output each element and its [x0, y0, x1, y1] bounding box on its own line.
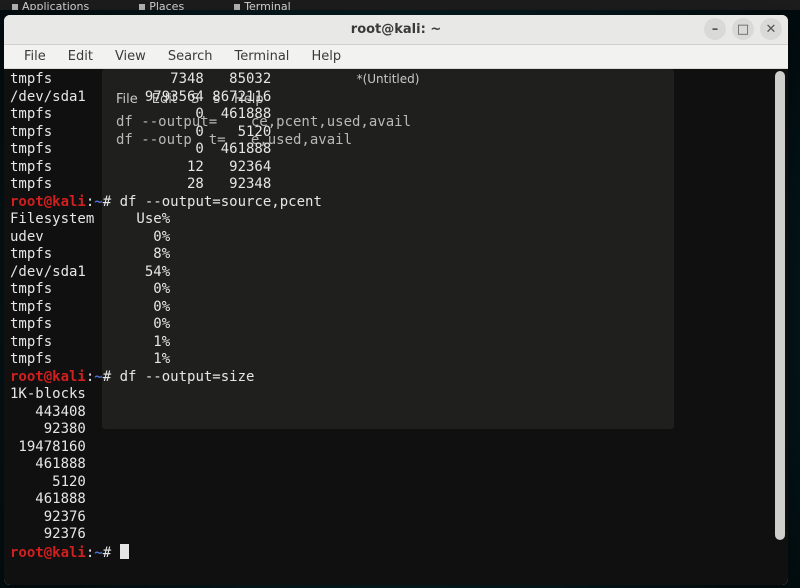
pcent-line: tmpfs 0% [10, 299, 170, 315]
menu-file[interactable]: File [14, 47, 56, 66]
df-line: tmpfs 0 5120 [10, 124, 271, 140]
terminal-window: root@kali: ~ – □ ✕ File Edit View Search… [4, 15, 788, 585]
df-line: tmpfs 0 461888 [10, 141, 271, 157]
df-line: /dev/sda1 9793564 8672116 [10, 89, 271, 105]
close-button[interactable]: ✕ [760, 18, 782, 40]
apps-icon [12, 4, 18, 10]
window-titlebar[interactable]: root@kali: ~ – □ ✕ [4, 15, 788, 45]
size-line: 461888 [10, 456, 86, 472]
command-1: df --output=source,pcent [120, 194, 322, 210]
menu-help[interactable]: Help [301, 47, 351, 66]
panel-places[interactable]: Places [139, 0, 184, 10]
command-2: df --output=size [120, 369, 255, 385]
places-icon [139, 4, 145, 10]
minimize-icon: – [712, 22, 719, 37]
size-line: 19478160 [10, 439, 86, 455]
df-line: tmpfs 7348 85032 [10, 71, 271, 87]
maximize-button[interactable]: □ [732, 18, 754, 40]
size-line: 92376 [10, 526, 86, 542]
pcent-line: tmpfs 0% [10, 281, 170, 297]
prompt-user: root@kali [10, 369, 86, 385]
window-title: root@kali: ~ [351, 22, 441, 37]
pcent-line: tmpfs 8% [10, 246, 170, 262]
prompt-user: root@kali [10, 545, 86, 561]
terminal-icon [234, 4, 240, 10]
menu-terminal[interactable]: Terminal [224, 47, 299, 66]
prompt-hash: # [103, 369, 120, 385]
prompt-path: ~ [94, 194, 102, 210]
prompt-hash: # [103, 545, 120, 561]
terminal-output[interactable]: tmpfs 7348 85032 /dev/sda1 9793564 86721… [4, 69, 788, 585]
panel-terminal[interactable]: Terminal [234, 0, 291, 10]
pcent-line: udev 0% [10, 229, 170, 245]
minimize-button[interactable]: – [704, 18, 726, 40]
pcent-line: tmpfs 1% [10, 351, 170, 367]
df-line: tmpfs 0 461888 [10, 106, 271, 122]
menu-edit[interactable]: Edit [58, 47, 103, 66]
pcent-line: Filesystem Use% [10, 211, 170, 227]
scrollbar-thumb[interactable] [775, 71, 785, 540]
size-line: 92380 [10, 421, 86, 437]
size-line: 92376 [10, 509, 86, 525]
prompt-path: ~ [94, 369, 102, 385]
size-line: 5120 [10, 474, 86, 490]
prompt-hash: # [103, 194, 120, 210]
window-controls: – □ ✕ [704, 18, 782, 40]
menubar: File Edit View Search Terminal Help [4, 45, 788, 69]
close-icon: ✕ [766, 22, 777, 37]
df-line: tmpfs 12 92364 [10, 159, 271, 175]
terminal-body[interactable]: *(Untitled) File Edit S s Help df --outp… [4, 69, 788, 585]
menu-view[interactable]: View [105, 47, 156, 66]
prompt-path: ~ [94, 545, 102, 561]
maximize-icon: □ [737, 22, 749, 37]
terminal-cursor [120, 544, 129, 559]
size-line: 1K-blocks [10, 386, 86, 402]
size-line: 461888 [10, 491, 86, 507]
prompt-user: root@kali [10, 194, 86, 210]
scrollbar[interactable] [774, 71, 786, 581]
df-line: tmpfs 28 92348 [10, 176, 271, 192]
menu-search[interactable]: Search [158, 47, 223, 66]
pcent-line: /dev/sda1 54% [10, 264, 170, 280]
panel-applications[interactable]: Applications [12, 0, 89, 10]
size-line: 443408 [10, 404, 86, 420]
pcent-line: tmpfs 1% [10, 334, 170, 350]
gnome-top-panel: Applications Places Terminal [0, 0, 800, 10]
pcent-line: tmpfs 0% [10, 316, 170, 332]
